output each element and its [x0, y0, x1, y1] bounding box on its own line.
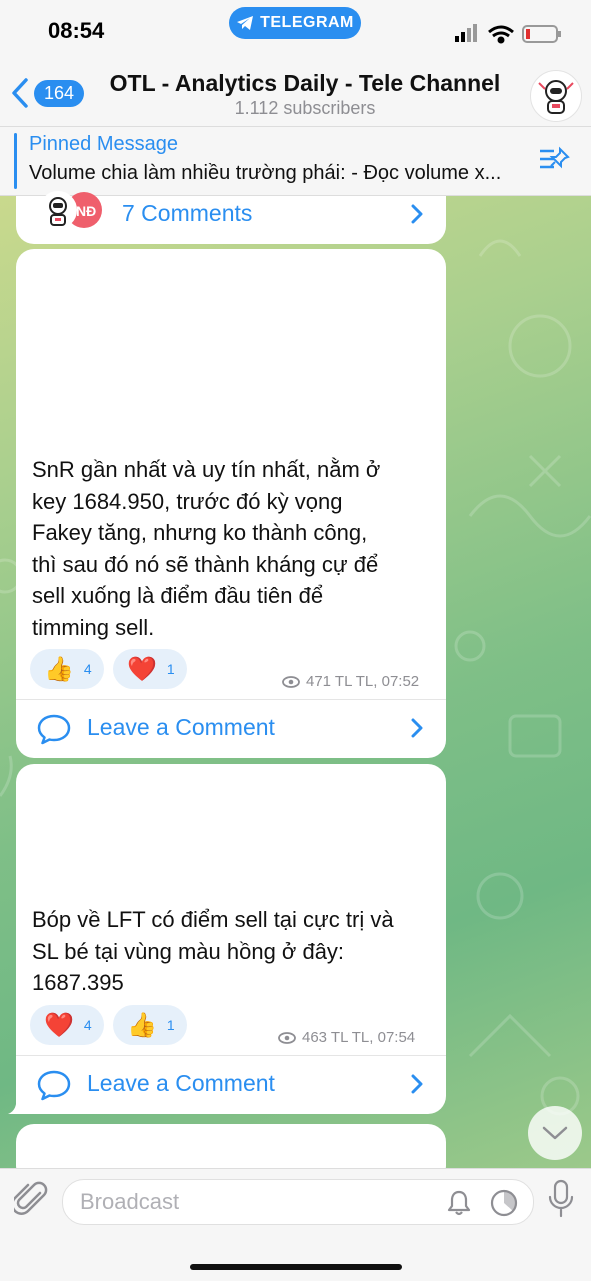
comments-link[interactable]: NĐ 7 Comments	[16, 186, 446, 244]
commenter-avatars: NĐ	[39, 191, 102, 229]
attach-icon[interactable]	[14, 1181, 48, 1219]
subscriber-count: 1.112 subscribers	[234, 98, 376, 118]
reaction-thumbs-up[interactable]: 👍 1	[113, 1005, 187, 1045]
comments-card: NĐ 7 Comments	[16, 191, 446, 244]
chevron-left-icon	[12, 78, 28, 108]
reaction-thumbs-up[interactable]: 👍 4	[30, 649, 104, 689]
message-line: Bóp về LFT có điểm sell tại cực trị và	[32, 907, 394, 932]
message-text: Bóp về LFT có điểm sell tại cực trị và S…	[32, 904, 432, 999]
channel-avatar[interactable]	[530, 70, 582, 122]
home-indicator	[190, 1264, 402, 1270]
chevron-right-icon	[411, 204, 423, 224]
broadcast-placeholder: Broadcast	[80, 1189, 180, 1214]
pinned-list-icon[interactable]	[538, 145, 572, 175]
leave-comment-label: Leave a Comment	[87, 714, 275, 740]
status-icons	[455, 24, 561, 44]
message-line: thì sau đó nó sẽ thành kháng cự để	[32, 551, 379, 577]
back-button[interactable]: 164	[10, 78, 85, 108]
chevron-down-icon	[542, 1126, 568, 1140]
channel-title[interactable]: OTL - Analytics Daily - Tele Channel	[95, 70, 515, 97]
heart-icon: ❤️	[44, 1011, 74, 1039]
thumbs-up-icon: 👍	[44, 655, 74, 683]
comments-count-label: 7 Comments	[122, 200, 253, 226]
pinned-label: Pinned Message	[29, 133, 178, 155]
bell-icon[interactable]	[445, 1189, 473, 1217]
reaction-count: 1	[166, 1017, 175, 1033]
bubble-tail	[8, 1096, 22, 1114]
message-line: key 1684.950, trước đó kỳ vọng	[32, 488, 343, 514]
message-line: 1687.395	[32, 970, 124, 995]
wifi-icon	[488, 25, 514, 44]
scroll-down-button[interactable]	[528, 1106, 582, 1160]
battery-icon	[522, 25, 561, 43]
leave-comment-button[interactable]: Leave a Comment	[16, 700, 446, 758]
leave-comment-button[interactable]: Leave a Comment	[16, 1056, 446, 1114]
unread-count-badge: 164	[34, 79, 85, 107]
microphone-icon[interactable]	[546, 1179, 576, 1219]
pinned-indicator	[14, 133, 17, 189]
views-and-time: 463 TL TL, 07:54	[302, 1029, 416, 1046]
message-bubble: SnR gần nhất và uy tín nhất, nằm ở key 1…	[16, 249, 446, 758]
telegram-pill-label: TELEGRAM	[260, 14, 354, 31]
reaction-heart[interactable]: ❤️ 4	[30, 1005, 104, 1045]
message-line: SL bé tại vùng màu hồng ở đây:	[32, 938, 345, 964]
astronaut-icon	[538, 80, 574, 114]
message-meta: 463 TL TL, 07:54	[278, 1029, 415, 1046]
svg-text:NĐ: NĐ	[76, 203, 96, 219]
message-line: timming sell.	[32, 614, 155, 640]
eye-icon	[278, 1031, 296, 1044]
telegram-icon	[237, 16, 254, 30]
pinned-text: Volume chia làm nhiều trường phái: - Đọc…	[29, 162, 502, 184]
clock: 08:54	[48, 18, 105, 43]
comment-bubble-icon	[37, 1070, 71, 1101]
reaction-count: 1	[166, 661, 175, 677]
message-line: sell xuống là điểm đầu tiên để	[32, 583, 324, 608]
message-bubble: Bóp về LFT có điểm sell tại cực trị và S…	[16, 764, 446, 1114]
signal-icon	[455, 24, 477, 42]
message-line: SnR gần nhất và uy tín nhất, nằm ở	[32, 457, 381, 482]
status-bar: 08:54 TELEGRAM	[0, 0, 591, 60]
schedule-icon[interactable]	[489, 1188, 519, 1218]
composer-bar: Broadcast	[0, 1168, 591, 1281]
telegram-pill[interactable]: TELEGRAM	[229, 7, 361, 39]
chevron-right-icon	[411, 1074, 423, 1094]
reaction-count: 4	[83, 1017, 92, 1033]
message-text: SnR gần nhất và uy tín nhất, nằm ở key 1…	[32, 454, 432, 643]
message-meta: 471 TL TL, 07:52	[282, 673, 419, 690]
eye-icon	[282, 675, 300, 688]
comment-bubble-icon	[37, 714, 71, 745]
heart-icon: ❤️	[127, 655, 157, 683]
broadcast-input[interactable]: Broadcast	[62, 1179, 534, 1225]
leave-comment-label: Leave a Comment	[87, 1070, 275, 1096]
chevron-right-icon	[411, 718, 423, 738]
reaction-heart[interactable]: ❤️ 1	[113, 649, 187, 689]
chat-header: 164 OTL - Analytics Daily - Tele Channel…	[0, 60, 591, 127]
thumbs-up-icon: 👍	[127, 1011, 157, 1039]
reaction-count: 4	[83, 661, 92, 677]
message-line: Fakey tăng, nhưng ko thành công,	[32, 520, 368, 545]
views-and-time: 471 TL TL, 07:52	[306, 673, 420, 690]
